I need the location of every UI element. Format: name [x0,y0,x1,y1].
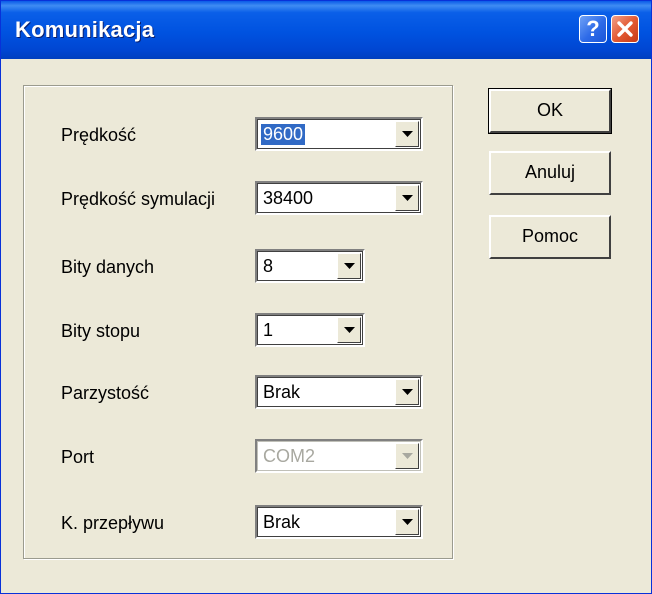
baud-rate-value: 9600 [261,124,306,145]
flow-control-dropdown-button[interactable] [395,509,419,535]
stop-bits-select[interactable]: 1 [255,313,365,347]
baud-rate-dropdown-button[interactable] [395,121,419,147]
close-button[interactable] [611,15,639,43]
parity-select[interactable]: Brak [255,375,423,409]
dialog-window: Komunikacja ? Prędkość 9600 Prędkość sym… [0,0,652,594]
simulation-speed-value: 38400 [263,188,314,208]
data-bits-dropdown-button[interactable] [337,253,361,279]
chevron-down-icon [402,195,413,201]
port-value: COM2 [263,446,316,466]
field-label-simulation-speed: Prędkość symulacji [61,189,216,209]
cancel-button[interactable]: Anuluj [489,151,611,195]
flow-control-select[interactable]: Brak [255,505,423,539]
chevron-down-icon [344,263,355,269]
baud-rate-select[interactable]: 9600 [255,117,423,151]
chevron-down-icon [402,131,413,137]
parity-value: Brak [263,382,301,402]
chevron-down-icon [402,389,413,395]
port-dropdown-button [395,443,419,469]
dialog-body: Prędkość 9600 Prędkość symulacji 38400 B… [1,59,651,593]
field-label-baud-rate: Prędkość [61,125,137,145]
flow-control-value: Brak [263,512,301,532]
help-button[interactable]: Pomoc [489,215,611,259]
simulation-speed-dropdown-button[interactable] [395,185,419,211]
question-icon: ? [586,16,600,41]
field-label-port: Port [61,447,95,467]
chevron-down-icon [402,519,413,525]
chevron-down-icon [344,327,355,333]
close-icon [617,21,633,37]
stop-bits-dropdown-button[interactable] [337,317,361,343]
data-bits-select[interactable]: 8 [255,249,365,283]
stop-bits-value: 1 [263,320,274,340]
field-label-flow-control: K. przepływu [61,513,165,533]
title-bar[interactable]: Komunikacja ? [1,1,651,59]
port-select: COM2 [255,439,423,473]
help-title-button[interactable]: ? [579,15,607,43]
ok-button[interactable]: OK [488,88,612,134]
field-label-stop-bits: Bity stopu [61,321,141,341]
simulation-speed-select[interactable]: 38400 [255,181,423,215]
parity-dropdown-button[interactable] [395,379,419,405]
chevron-down-icon [402,453,413,459]
field-label-parity: Parzystość [61,383,150,403]
field-label-data-bits: Bity danych [61,257,155,277]
data-bits-value: 8 [263,256,274,276]
window-title: Komunikacja [15,17,155,42]
